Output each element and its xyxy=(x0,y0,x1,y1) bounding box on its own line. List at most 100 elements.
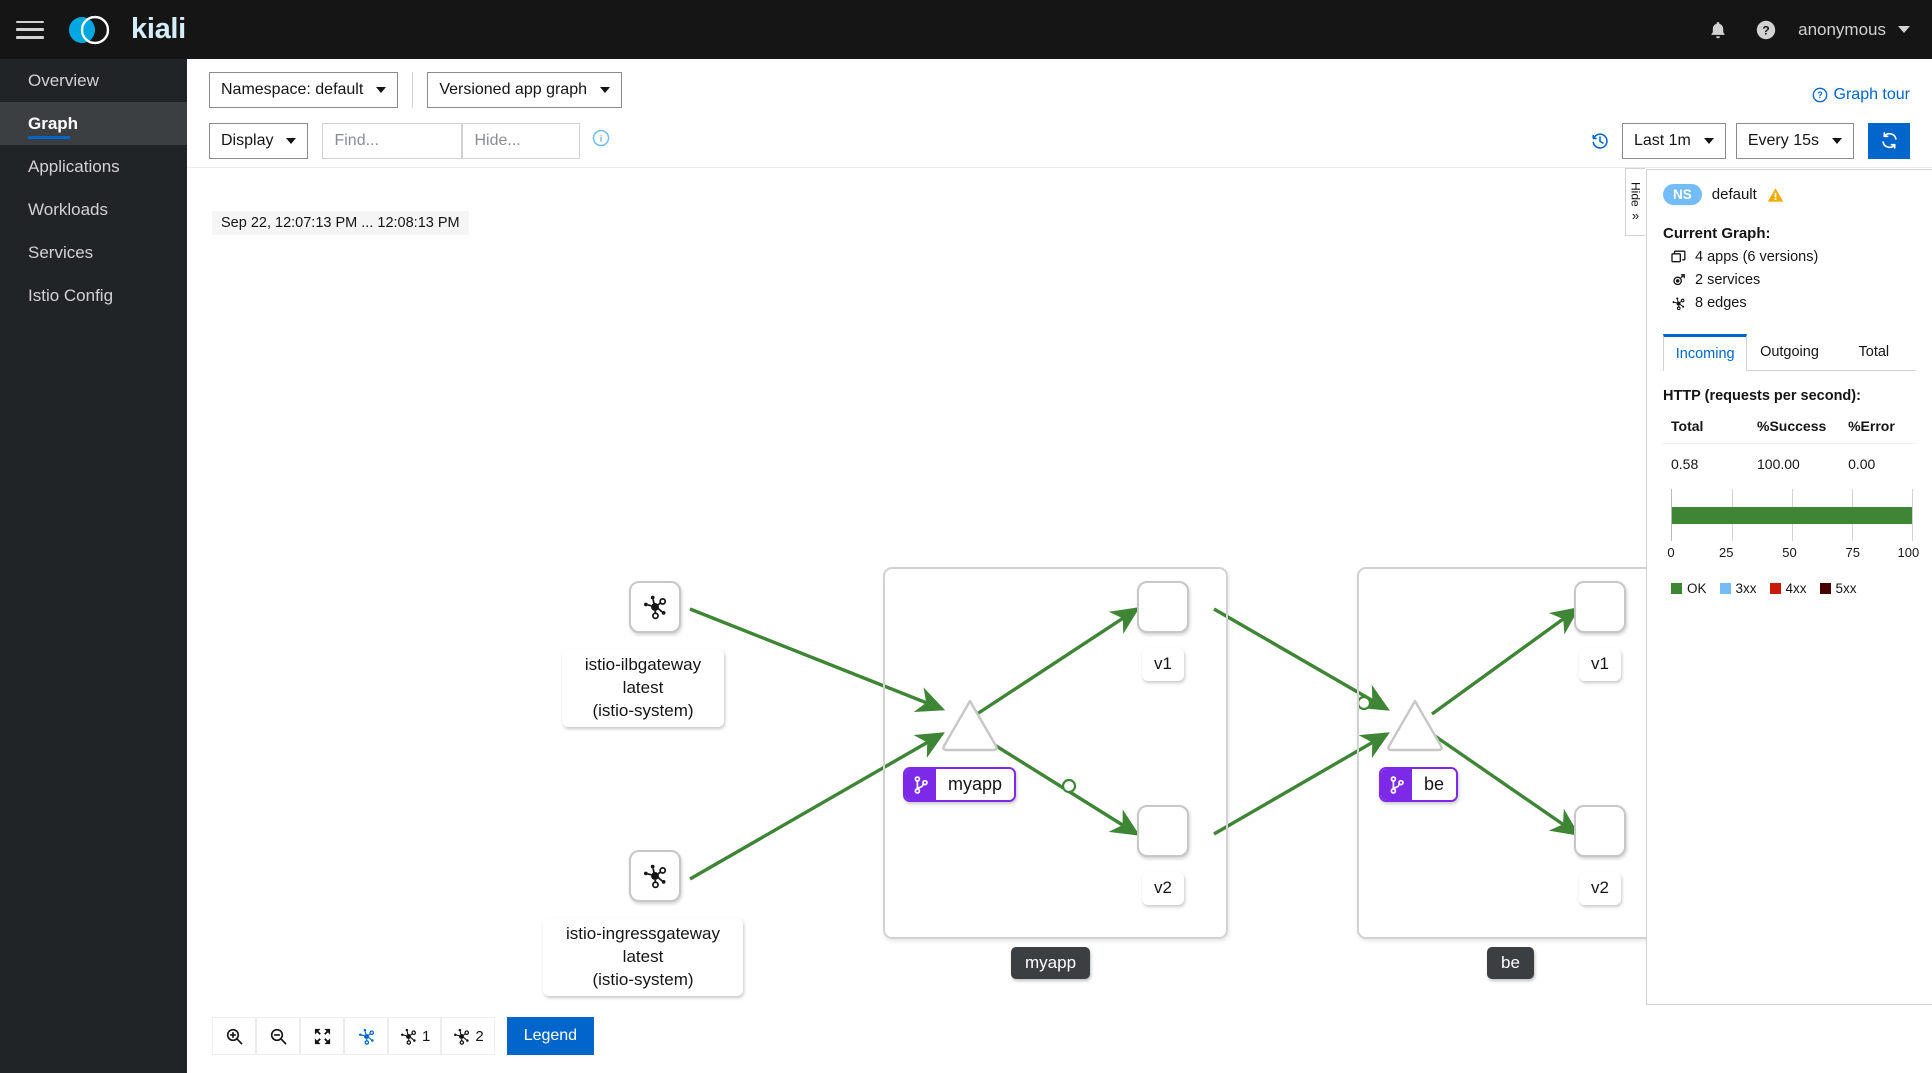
graph-toolbar-secondary: Display i Last 1m Ev xyxy=(187,114,1932,168)
clock-history-icon[interactable] xyxy=(1590,131,1610,151)
legend-swatch-4xx xyxy=(1769,583,1781,594)
layout-default-button[interactable] xyxy=(344,1017,388,1055)
hide-input[interactable] xyxy=(462,122,581,159)
display-settings-dropdown[interactable]: Display xyxy=(209,122,309,159)
legend-item-4xx[interactable]: 4xx xyxy=(1769,581,1807,596)
graph-side-panel: NS default Current Graph: 4 apps (6 vers… xyxy=(1646,169,1932,1005)
gateway-label-istio-ilbgateway: istio-ilbgateway latest (istio-system) xyxy=(562,649,724,728)
metric-total-value: 0.58 xyxy=(1671,456,1699,472)
service-label-myapp[interactable]: myapp xyxy=(903,767,1017,802)
git-branch-icon xyxy=(905,769,936,800)
gateway-node-box[interactable] xyxy=(629,581,681,633)
svg-text:?: ? xyxy=(1817,90,1822,100)
legend-label: 5xx xyxy=(1835,581,1857,596)
info-circle-icon[interactable]: i xyxy=(592,129,610,152)
gateway-node-box[interactable] xyxy=(629,850,681,902)
hamburger-menu-icon[interactable] xyxy=(16,19,44,41)
warning-triangle-icon[interactable] xyxy=(1767,187,1784,203)
stacked-bar[interactable] xyxy=(1672,507,1912,524)
graph-type-select-label: Versioned app graph xyxy=(439,81,587,98)
gateway-node-istio-ilbgateway[interactable] xyxy=(629,581,681,633)
version-label-myapp-v1: v1 xyxy=(1142,648,1184,681)
http-metrics-table: Total %Success %Error 0.58 100.00 0.00 xyxy=(1663,415,1916,475)
brand-logo[interactable]: kiali xyxy=(62,12,186,48)
stat-row-apps: 4 apps (6 versions) xyxy=(1663,249,1916,265)
gateway-node-istio-ingressgateway[interactable] xyxy=(629,850,681,902)
axis-tick-label: 25 xyxy=(1719,545,1734,560)
tab-incoming[interactable]: Incoming xyxy=(1663,334,1748,371)
topology-layout-icon xyxy=(401,1028,417,1045)
current-graph-title: Current Graph: xyxy=(1663,225,1771,242)
help-question-icon[interactable]: ? xyxy=(1742,6,1790,54)
svg-text:i: i xyxy=(600,134,603,145)
legend-button[interactable]: Legend xyxy=(506,1017,595,1055)
version-node-be-v2[interactable] xyxy=(1574,805,1626,857)
service-icon xyxy=(1673,273,1685,285)
stat-row-services: 2 services xyxy=(1663,272,1916,288)
version-label-be-v1: v1 xyxy=(1579,648,1621,681)
table-row: 0.58 100.00 0.00 xyxy=(1663,444,1916,476)
service-node-myapp[interactable] xyxy=(939,696,1001,754)
sidebar-item-istio-config[interactable]: Istio Config xyxy=(0,274,187,317)
sidebar-item-label: Applications xyxy=(28,156,120,176)
sidebar-item-label: Services xyxy=(28,242,94,262)
column-header-error: %Error xyxy=(1840,415,1916,444)
fit-to-screen-button[interactable] xyxy=(300,1017,344,1055)
graph-type-select[interactable]: Versioned app graph xyxy=(427,72,622,108)
legend-button-label: Legend xyxy=(523,1027,578,1044)
user-menu-chevron-down-icon[interactable] xyxy=(1898,26,1910,33)
tab-label: Incoming xyxy=(1675,346,1735,362)
hide-tab-label: Hide xyxy=(1628,181,1643,207)
bar-segment-OK[interactable] xyxy=(1672,507,1912,524)
zoom-in-button[interactable] xyxy=(212,1017,256,1055)
stat-label: 8 edges xyxy=(1695,295,1747,311)
sidebar-item-workloads[interactable]: Workloads xyxy=(0,188,187,231)
expand-arrows-icon xyxy=(314,1028,330,1044)
version-node-box[interactable] xyxy=(1574,581,1626,633)
version-node-be-v1[interactable] xyxy=(1574,581,1626,633)
namespace-select[interactable]: Namespace: default xyxy=(209,72,399,108)
sidebar-item-overview[interactable]: Overview xyxy=(0,59,187,102)
sidebar-item-applications[interactable]: Applications xyxy=(0,145,187,188)
version-node-box[interactable] xyxy=(1137,581,1189,633)
tab-outgoing[interactable]: Outgoing xyxy=(1747,334,1831,371)
layout-2-button[interactable]: 2 xyxy=(441,1017,495,1055)
duration-select[interactable]: Last 1m xyxy=(1621,122,1726,159)
svg-text:?: ? xyxy=(1762,23,1769,37)
tab-label: Outgoing xyxy=(1760,344,1819,360)
traffic-direction-tabs: Incoming Outgoing Total xyxy=(1663,333,1916,371)
graph-tour-link[interactable]: ? Graph tour xyxy=(1812,86,1910,104)
zoom-in-icon xyxy=(226,1028,242,1044)
zoom-out-button[interactable] xyxy=(256,1017,300,1055)
service-node-be[interactable] xyxy=(1384,696,1446,754)
namespace-select-label: Namespace: default xyxy=(221,81,364,98)
version-node-myapp-v1[interactable] xyxy=(1137,581,1189,633)
apps-stack-icon xyxy=(1671,250,1686,262)
refresh-interval-select[interactable]: Every 15s xyxy=(1735,122,1854,159)
version-node-box[interactable] xyxy=(1137,805,1189,857)
version-node-box[interactable] xyxy=(1574,805,1626,857)
graph-toolbar-primary: Namespace: default Versioned app graph ?… xyxy=(187,66,1932,114)
refresh-button[interactable] xyxy=(1868,122,1910,159)
sidebar-item-graph[interactable]: Graph xyxy=(0,102,187,145)
tab-total[interactable]: Total xyxy=(1832,334,1916,371)
service-label-be[interactable]: be xyxy=(1379,767,1459,802)
notification-bell-icon[interactable] xyxy=(1694,6,1742,54)
sidebar-item-label: Graph xyxy=(28,113,79,133)
brand-name: kiali xyxy=(131,13,186,45)
find-input[interactable] xyxy=(322,122,463,159)
layout-1-button[interactable]: 1 xyxy=(388,1017,442,1055)
side-panel-hide-toggle[interactable]: Hide » xyxy=(1625,168,1645,236)
zoom-out-icon xyxy=(270,1028,286,1044)
version-node-myapp-v2[interactable] xyxy=(1137,805,1189,857)
chevron-down-icon xyxy=(1703,137,1714,144)
column-header-success: %Success xyxy=(1749,415,1841,444)
service-name-label: be xyxy=(1412,769,1457,800)
legend-item-OK[interactable]: OK xyxy=(1671,581,1707,596)
legend-item-3xx[interactable]: 3xx xyxy=(1719,581,1757,596)
topology-node-icon xyxy=(644,595,667,620)
sidebar-item-services[interactable]: Services xyxy=(0,231,187,274)
topology-node-icon xyxy=(644,864,667,889)
legend-item-5xx[interactable]: 5xx xyxy=(1819,581,1857,596)
topology-layout-icon xyxy=(358,1028,374,1045)
